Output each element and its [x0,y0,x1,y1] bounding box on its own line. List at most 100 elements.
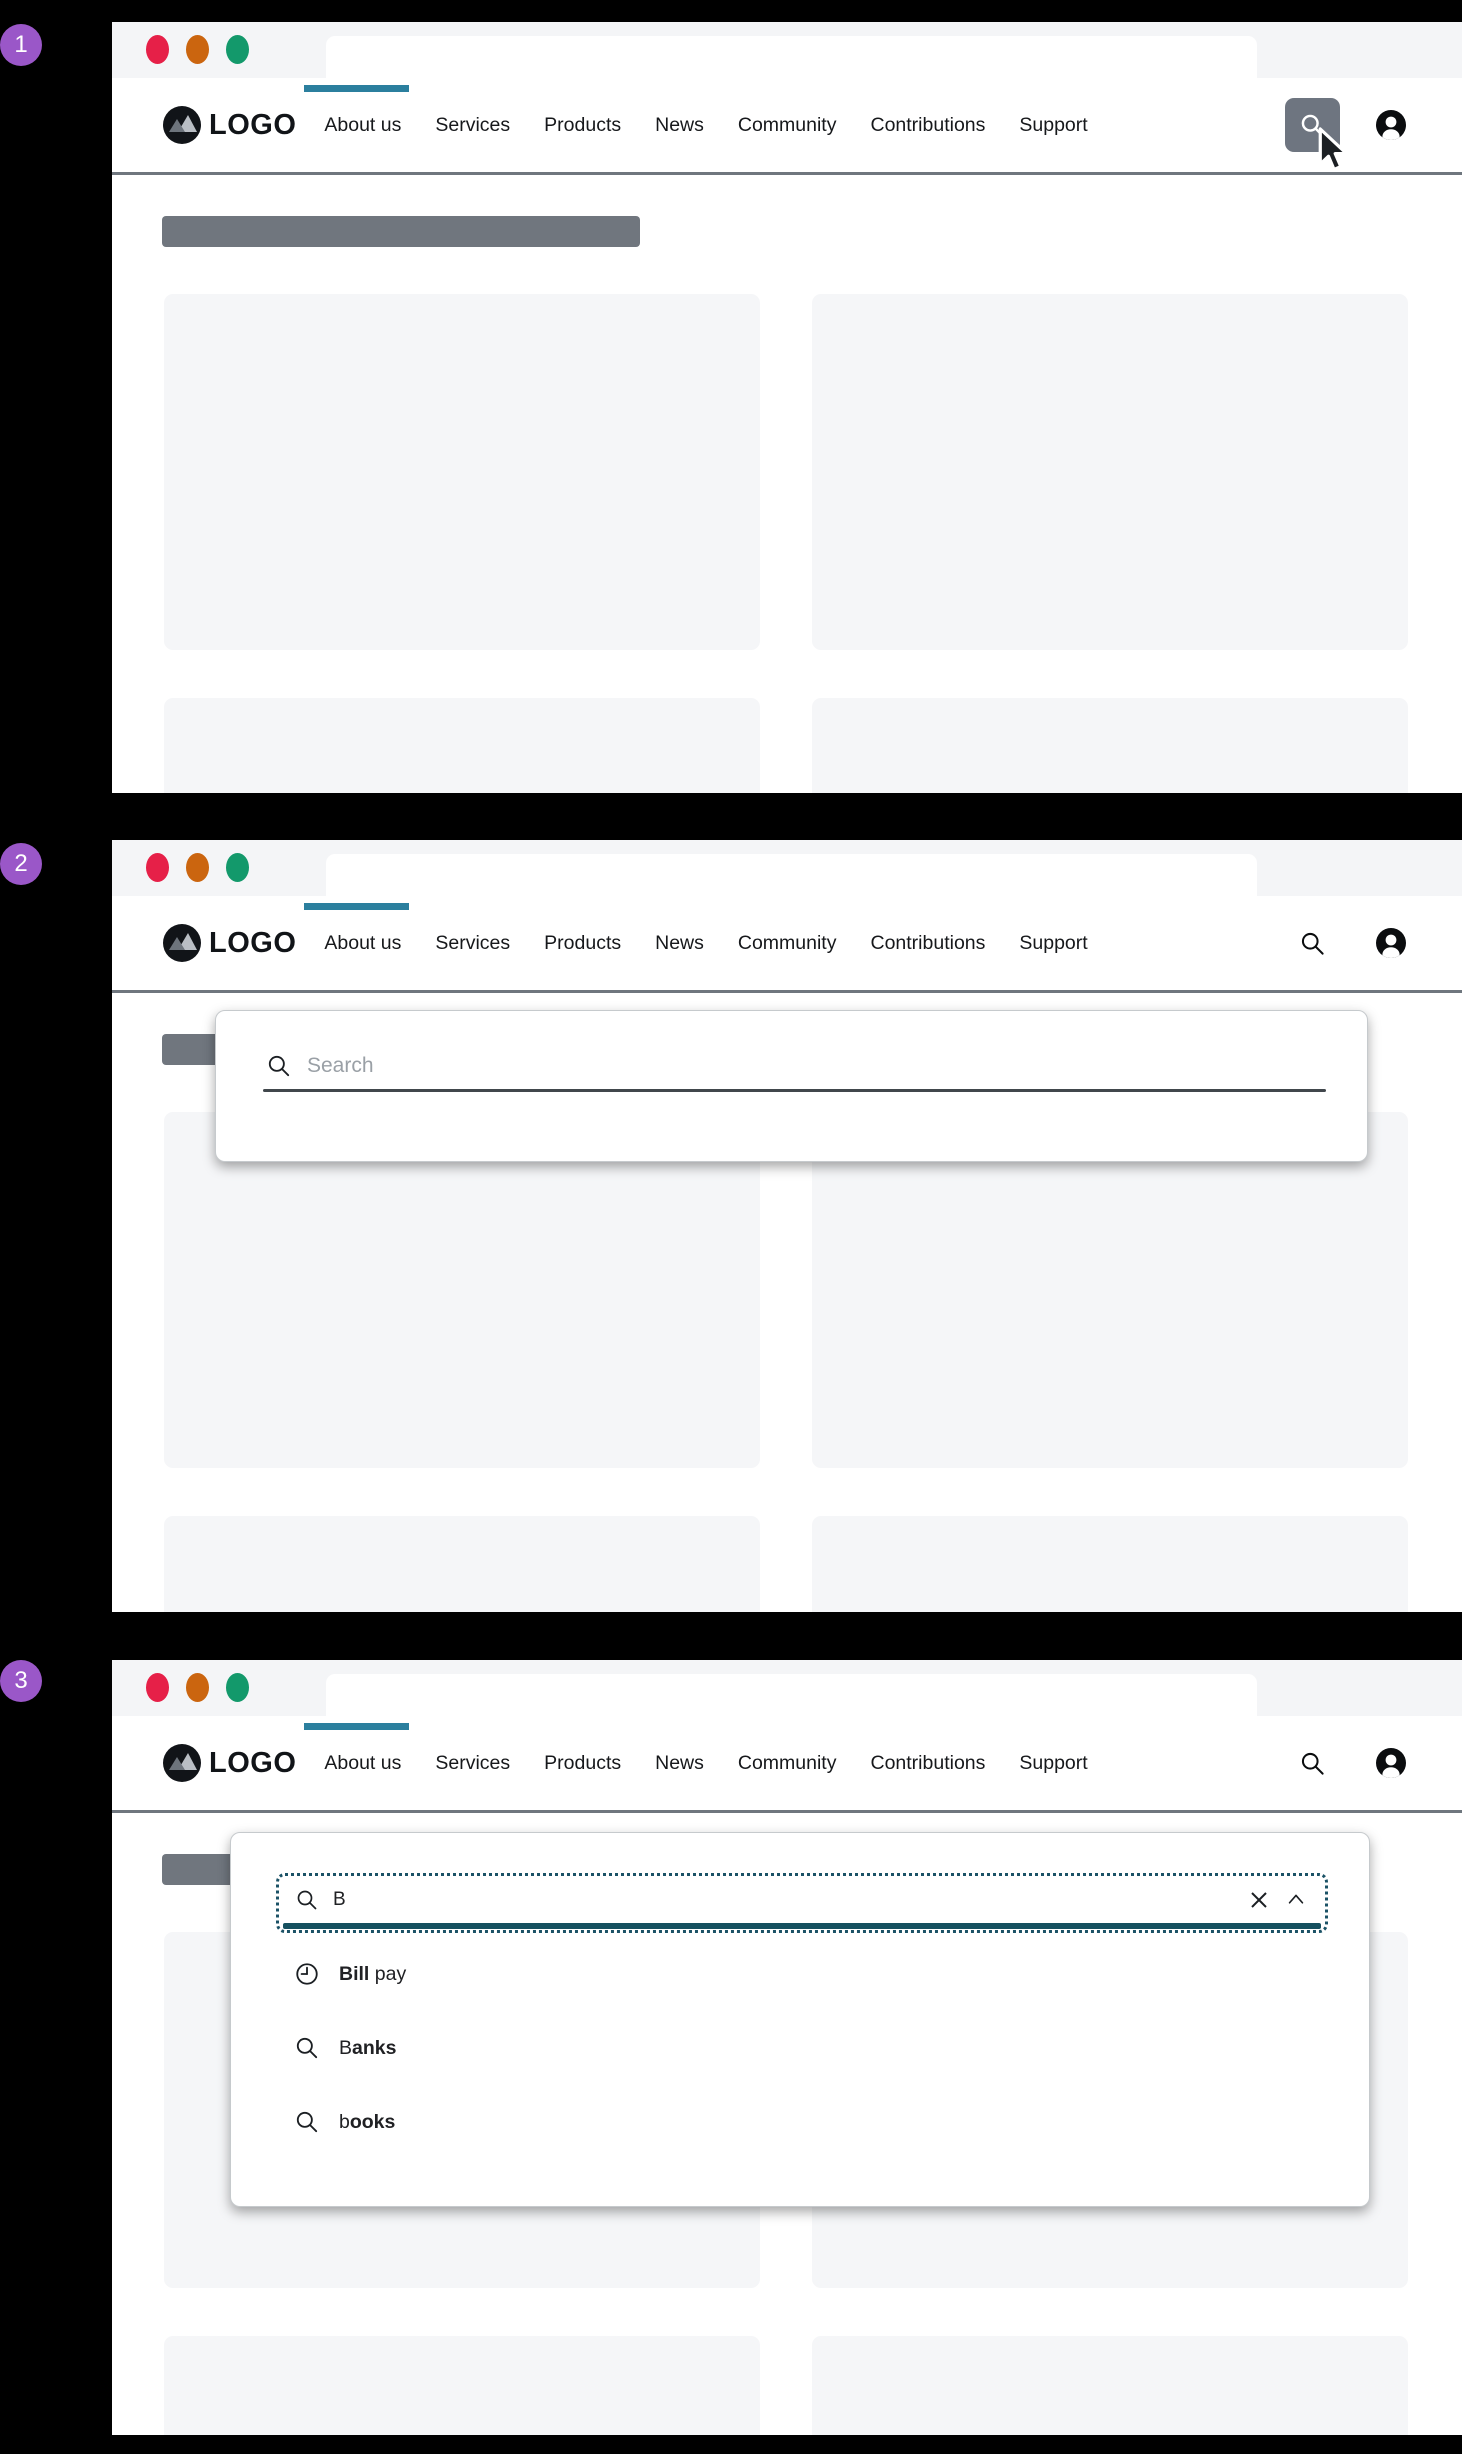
logo-icon [162,105,202,145]
content-card [164,294,760,650]
nav-item-community[interactable]: Community [738,114,837,137]
step-badge-3: 3 [0,1660,42,1702]
logo-label: LOGO [209,927,296,960]
content-card [812,294,1408,650]
profile-button[interactable] [1376,928,1406,958]
suggestion-match: Bill [339,1963,369,1985]
clear-search-button[interactable] [1247,1888,1271,1912]
step-badge-2: 2 [0,843,42,885]
page-title-placeholder [162,216,640,247]
suggestion-typed: b [339,2111,350,2133]
history-icon [294,1961,320,1987]
active-nav-indicator [304,1723,409,1730]
content-card [164,1112,760,1468]
search-input[interactable] [307,1054,1257,1078]
content-card [812,1516,1408,1612]
search-button[interactable] [1299,930,1326,957]
nav-item-services[interactable]: Services [435,932,510,955]
content-card [812,2336,1408,2435]
profile-icon [1376,928,1406,958]
suggestion-rest: pay [369,1963,406,1985]
nav-item-services[interactable]: Services [435,1752,510,1775]
suggestion-banks[interactable]: Banks [294,2029,406,2067]
minimize-window-button[interactable] [186,1673,209,1702]
site-navbar: LOGO About us Services Products News Com… [112,896,1462,993]
content-card [164,698,760,793]
nav-item-news[interactable]: News [655,1752,704,1775]
step-badge-1: 1 [0,24,42,66]
search-icon [294,2035,320,2061]
profile-button[interactable] [1376,110,1406,140]
logo[interactable]: LOGO [162,923,296,963]
nav-item-products[interactable]: Products [544,1752,621,1775]
nav-item-support[interactable]: Support [1019,1752,1087,1775]
search-input[interactable] [333,1889,1233,1911]
browser-chrome [112,22,1462,78]
maximize-window-button[interactable] [226,853,249,882]
nav-item-services[interactable]: Services [435,114,510,137]
close-icon [1247,1888,1271,1912]
search-icon [295,1888,319,1912]
active-nav-indicator [304,85,409,92]
profile-icon [1376,1748,1406,1778]
nav-item-community[interactable]: Community [738,932,837,955]
nav-item-contributions[interactable]: Contributions [870,1752,985,1775]
maximize-window-button[interactable] [226,1673,249,1702]
suggestion-typed: B [339,2037,352,2059]
profile-button[interactable] [1376,1748,1406,1778]
logo-icon [162,1743,202,1783]
nav-item-products[interactable]: Products [544,114,621,137]
nav-items: About us Services Products News Communit… [324,114,1087,137]
nav-item-community[interactable]: Community [738,1752,837,1775]
browser-tab[interactable] [326,1674,1257,1716]
nav-item-news[interactable]: News [655,932,704,955]
browser-window-step1: LOGO About us Services Products News Com… [112,22,1462,793]
nav-item-about-us[interactable]: About us [324,932,401,955]
suggestion-bill-pay[interactable]: Bill pay [294,1955,406,1993]
search-icon [266,1053,292,1079]
content-card [812,1112,1408,1468]
chevron-up-icon [1285,1889,1307,1911]
logo-label: LOGO [209,109,296,142]
search-input-underline [263,1089,1326,1092]
nav-item-products[interactable]: Products [544,932,621,955]
logo-icon [162,923,202,963]
search-overlay: Bill pay Banks books [230,1832,1370,2207]
search-input-focused [276,1873,1328,1933]
close-window-button[interactable] [146,35,169,64]
browser-chrome [112,1660,1462,1716]
maximize-window-button[interactable] [226,35,249,64]
browser-window-step3: LOGO About us Services Products News Com… [112,1660,1462,2435]
site-navbar: LOGO About us Services Products News Com… [112,78,1462,175]
nav-item-about-us[interactable]: About us [324,114,401,137]
collapse-search-button[interactable] [1285,1889,1307,1911]
search-suggestions: Bill pay Banks books [294,1955,406,2177]
search-button[interactable] [1299,1750,1326,1777]
logo[interactable]: LOGO [162,105,296,145]
browser-window-step2: LOGO About us Services Products News Com… [112,840,1462,1612]
suggestion-books[interactable]: books [294,2103,406,2141]
content-card [164,1516,760,1612]
nav-item-support[interactable]: Support [1019,932,1087,955]
browser-tab[interactable] [326,854,1257,896]
nav-item-contributions[interactable]: Contributions [870,114,985,137]
search-icon [1299,930,1326,957]
nav-items: About us Services Products News Communit… [324,1752,1087,1775]
nav-items: About us Services Products News Communit… [324,932,1087,955]
search-overlay [215,1010,1368,1162]
mouse-cursor-icon [1310,126,1354,176]
minimize-window-button[interactable] [186,853,209,882]
browser-tab[interactable] [326,36,1257,78]
close-window-button[interactable] [146,853,169,882]
content-card [164,2336,760,2435]
nav-item-contributions[interactable]: Contributions [870,932,985,955]
logo-label: LOGO [209,1747,296,1780]
logo[interactable]: LOGO [162,1743,296,1783]
search-icon [1299,1750,1326,1777]
nav-item-news[interactable]: News [655,114,704,137]
close-window-button[interactable] [146,1673,169,1702]
nav-item-support[interactable]: Support [1019,114,1087,137]
suggestion-completion: anks [352,2037,396,2059]
minimize-window-button[interactable] [186,35,209,64]
nav-item-about-us[interactable]: About us [324,1752,401,1775]
